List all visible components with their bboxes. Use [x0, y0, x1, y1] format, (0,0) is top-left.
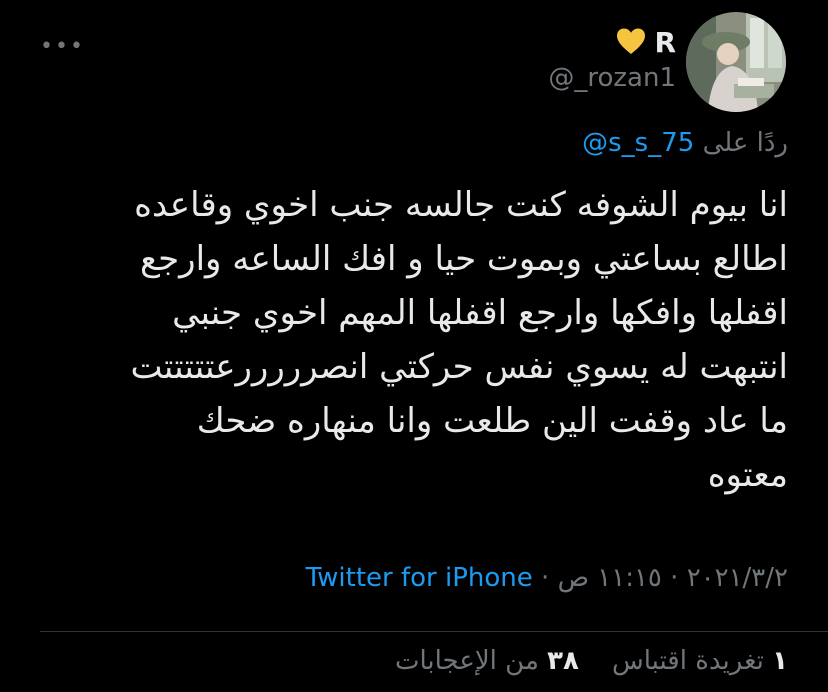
tweet-line: اطالع بساعتي وبموت حيا و افك الساعه وارج…: [140, 239, 788, 279]
more-options-icon[interactable]: •••: [40, 34, 85, 59]
avatar[interactable]: [686, 12, 786, 112]
reply-prefix: ردًا على: [702, 128, 788, 158]
divider: [40, 631, 828, 632]
like-label: من الإعجابات: [394, 646, 539, 676]
display-name[interactable]: R: [654, 26, 676, 59]
user-info: R @_rozan1: [548, 26, 676, 93]
tweet-time[interactable]: ١١:١٥ ص: [558, 563, 662, 593]
tweet-source-link[interactable]: Twitter for iPhone: [306, 563, 533, 593]
user-handle[interactable]: @_rozan1: [548, 63, 676, 93]
tweet-date[interactable]: ٢٠٢١/٣/٢: [687, 563, 788, 593]
tweet-line: اقفلها وافكها وارجع اقفلها المهم اخوي جن…: [172, 293, 788, 333]
tweet-line: ما عاد وقفت الين طلعت وانا منهاره ضحك: [196, 401, 788, 441]
like-count: ٣٨: [547, 646, 579, 676]
quote-label: تغريدة اقتباس: [611, 646, 764, 676]
separator-dot: ·: [661, 563, 679, 593]
heart-icon: [616, 27, 646, 59]
tweet-line: انتبهت له يسوي نفس حركتي انصرررررعتتتتتت: [130, 347, 788, 387]
like-stat[interactable]: ٣٨ من الإعجابات: [395, 646, 579, 676]
tweet-stats: ١ تغريدة اقتباس ٣٨ من الإعجابات: [395, 646, 788, 676]
quote-count: ١: [772, 646, 788, 676]
tweet-line: معتوه: [707, 455, 788, 495]
reply-context: ردًا على @s_s_75: [582, 128, 788, 158]
tweet-text: انا بيوم الشوفه كنت جالسه جنب اخوي وقاعد…: [40, 178, 788, 502]
tweet-meta: ٢٠٢١/٣/٢ · ١١:١٥ ص · Twitter for iPhone: [306, 563, 788, 593]
quote-stat[interactable]: ١ تغريدة اقتباس: [604, 646, 788, 676]
reply-mention-link[interactable]: @s_s_75: [582, 128, 694, 158]
separator-dot: ·: [532, 563, 550, 593]
tweet-line: انا بيوم الشوفه كنت جالسه جنب اخوي وقاعد…: [134, 185, 788, 225]
